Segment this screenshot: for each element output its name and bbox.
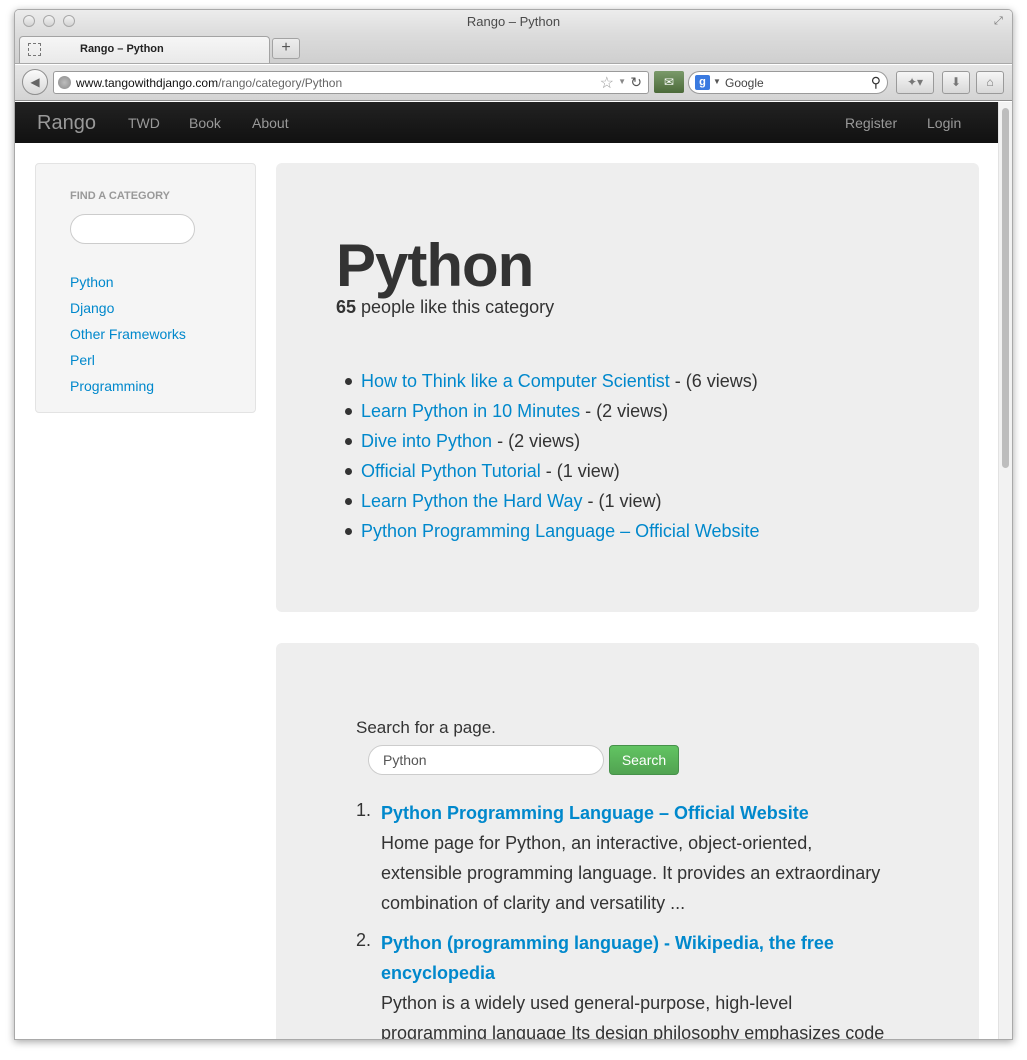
search-results: 1. Python Programming Language – Officia… [356,798,896,1040]
page-link[interactable]: Learn Python in 10 Minutes [361,401,580,421]
sidebar-item-other-frameworks[interactable]: Other Frameworks [70,321,186,347]
tab-active[interactable]: Rango – Python [19,36,270,63]
sidebar-item-python[interactable]: Python [70,269,186,295]
url-host: www.tangowithdjango.com [76,76,219,90]
page-views: - (6 views) [669,371,758,391]
url-text[interactable]: www.tangowithdjango.com/rango/category/P… [76,76,342,90]
home-icon[interactable]: ⌂ [976,71,1004,94]
page-title: Python [336,232,534,299]
list-item: Dive into Python - (2 views) [345,426,760,456]
category-hero: Python 65 people like this category How … [276,163,979,612]
page-viewport: Rango TWD Book About Register Login Find… [15,102,1000,1040]
page-link[interactable]: Dive into Python [361,431,492,451]
sidebar-item-perl[interactable]: Perl [70,347,186,373]
search-prompt: Search for a page. [356,718,496,737]
likes-label: people like this category [356,297,555,317]
tab-strip: Rango – Python + [15,34,1012,64]
result-number: 2. [356,930,372,950]
brand-link[interactable]: Rango [37,112,96,135]
search-button[interactable]: Search [609,745,679,775]
history-dropdown-icon[interactable]: ▼ [618,77,626,86]
globe-icon [58,76,71,89]
reload-icon[interactable]: ↻ [630,74,642,91]
engine-dropdown-icon[interactable]: ▼ [713,77,721,86]
category-list: Python Django Other Frameworks Perl Prog… [70,269,186,399]
list-item: How to Think like a Computer Scientist -… [345,366,760,396]
vertical-scrollbar[interactable] [998,102,1012,1039]
sidebar-header: Find a Category [70,190,171,202]
search-engine-icon[interactable]: g [695,75,710,90]
scroll-thumb[interactable] [1002,108,1009,468]
nav-link-book[interactable]: Book [189,115,221,131]
url-path: /rango/category/Python [218,76,343,90]
page-views: - (2 views) [492,431,581,451]
address-bar[interactable]: www.tangowithdjango.com/rango/category/P… [53,71,649,94]
nav-link-register[interactable]: Register [845,115,897,131]
sidebar-item-django[interactable]: Django [70,295,186,321]
nav-link-login[interactable]: Login [927,115,961,131]
search-input[interactable]: Python [368,745,604,775]
page-views: - (1 view) [582,491,662,511]
download-icon[interactable]: ⬇ [942,71,970,94]
page-views: - (1 view) [540,461,620,481]
search-bar[interactable]: g ▼ Google ⚲ [688,71,888,94]
bullet-icon [345,378,352,385]
tab-label: Rango – Python [80,43,164,55]
favicon-icon [28,43,41,56]
new-tab-button[interactable]: + [272,38,300,59]
page-link[interactable]: Python Programming Language – Official W… [361,521,760,541]
list-item: Official Python Tutorial - (1 view) [345,456,760,486]
magnifier-icon[interactable]: ⚲ [871,74,881,91]
page-link[interactable]: Learn Python the Hard Way [361,491,582,511]
page-list: How to Think like a Computer Scientist -… [345,366,760,546]
bookmarks-icon[interactable]: ✦▾ [896,71,934,94]
result-item: 1. Python Programming Language – Officia… [356,798,896,918]
result-title-link[interactable]: Python (programming language) - Wikipedi… [381,928,896,988]
bullet-icon [345,468,352,475]
search-placeholder: Google [725,76,764,90]
bookmark-star-icon[interactable]: ☆ [600,73,614,93]
nav-link-about[interactable]: About [252,115,289,131]
mail-icon[interactable]: ✉ [654,71,684,93]
title-bar: Rango – Python ⤢ [15,10,1012,34]
likes-text: 65 people like this category [336,297,554,318]
page-link[interactable]: Official Python Tutorial [361,461,541,481]
result-item: 2. Python (programming language) - Wikip… [356,928,896,1040]
bullet-icon [345,438,352,445]
navigation-toolbar: ◀ www.tangowithdjango.com/rango/category… [15,65,1012,101]
page-views: - (2 views) [580,401,669,421]
search-panel: Search for a page. Python Search 1. Pyth… [276,643,979,1040]
result-summary: Home page for Python, an interactive, ob… [381,833,881,913]
list-item: Learn Python in 10 Minutes - (2 views) [345,396,760,426]
site-navbar: Rango TWD Book About Register Login [15,102,1000,143]
result-number: 1. [356,800,372,820]
result-title-link[interactable]: Python Programming Language – Official W… [381,798,896,828]
likes-count: 65 [336,297,357,317]
sidebar-item-programming[interactable]: Programming [70,373,186,399]
nav-link-twd[interactable]: TWD [128,115,160,131]
back-arrow-icon[interactable]: ◀ [22,69,48,95]
category-sidebar: Find a Category Python Django Other Fram… [35,163,256,413]
list-item: Learn Python the Hard Way - (1 view) [345,486,760,516]
category-search-input[interactable] [70,214,195,244]
window-title: Rango – Python [466,14,561,29]
fullscreen-icon[interactable]: ⤢ [994,15,1006,27]
page-link[interactable]: How to Think like a Computer Scientist [361,371,670,391]
bullet-icon [345,408,352,415]
list-item: Python Programming Language – Official W… [345,516,760,546]
bullet-icon [345,498,352,505]
bullet-icon [345,528,352,535]
browser-window: Rango – Python ⤢ Rango – Python + ◀ www.… [14,9,1013,1040]
result-summary: Python is a widely used general-purpose,… [381,993,885,1040]
